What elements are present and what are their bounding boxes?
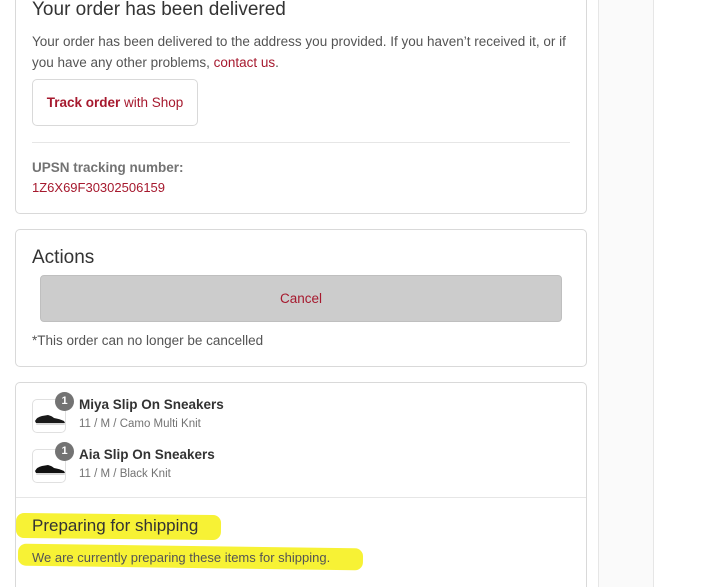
track-order-button[interactable]: Track order with Shop [32, 79, 198, 126]
delivery-message-end: . [275, 55, 279, 70]
delivery-status-card: Your order has been delivered Your order… [15, 0, 587, 214]
actions-title: Actions [32, 247, 95, 268]
track-order-label: Track order [46, 95, 121, 110]
shipping-status-text: We are currently preparing these items f… [32, 550, 331, 565]
list-item: 1 Miya Slip On Sneakers 11 / M / Camo Mu… [32, 392, 552, 437]
tracking-label: UPSN tracking number: [32, 160, 184, 175]
delivery-message: Your order has been delivered to the add… [32, 31, 567, 73]
order-items-card: 1 Miya Slip On Sneakers 11 / M / Camo Mu… [15, 382, 587, 587]
tracking-number-link[interactable]: 1Z6X69F30302506159 [32, 180, 165, 195]
sneaker-icon [35, 415, 65, 425]
delivery-title: Your order has been delivered [32, 0, 286, 20]
item-variant: 11 / M / Black Knit [79, 468, 171, 480]
item-name: Aia Slip On Sneakers [79, 447, 215, 462]
quantity-badge: 1 [55, 442, 74, 461]
divider [32, 142, 570, 143]
quantity-badge: 1 [55, 392, 74, 411]
contact-us-link[interactable]: contact us [214, 55, 276, 70]
product-thumbnail: 1 [32, 442, 74, 483]
shipping-status-title: Preparing for shipping [32, 516, 199, 535]
list-item: 1 Aia Slip On Sneakers 11 / M / Black Kn… [32, 442, 552, 487]
actions-card: Actions Cancel *This order can no longer… [15, 229, 587, 367]
product-thumbnail: 1 [32, 392, 74, 433]
cancel-note: *This order can no longer be cancelled [32, 333, 264, 348]
with-shop-label: with Shop [120, 95, 184, 110]
item-variant: 11 / M / Camo Multi Knit [79, 418, 201, 430]
side-panel [598, 0, 654, 587]
delivery-message-text: Your order has been delivered to the add… [32, 34, 566, 70]
cancel-order-button[interactable]: Cancel [40, 275, 562, 322]
item-name: Miya Slip On Sneakers [79, 397, 224, 412]
sneaker-icon [35, 465, 65, 475]
divider [16, 497, 586, 498]
